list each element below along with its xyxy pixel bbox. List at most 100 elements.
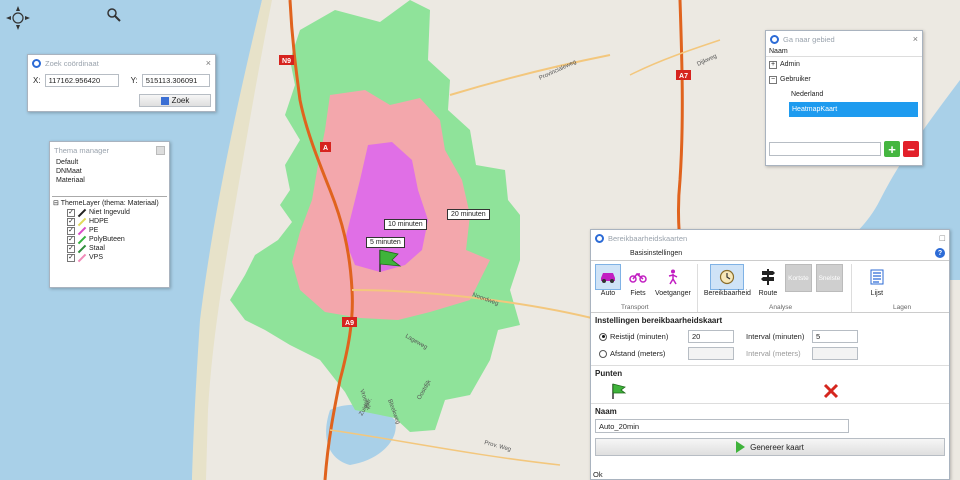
distance-input[interactable] <box>688 347 734 360</box>
add-area-button[interactable]: + <box>884 141 900 157</box>
layer-label: VPS <box>89 254 104 261</box>
close-icon[interactable]: □ <box>940 233 945 243</box>
kortste-button[interactable]: Kortste <box>784 264 812 292</box>
app-logo-icon <box>770 34 779 44</box>
add-point-button[interactable] <box>609 382 627 400</box>
group-label-transport: Transport <box>621 304 649 311</box>
group-label-lagen: Lagen <box>893 304 912 311</box>
layer-item[interactable]: ✓ Niet Ingevuld <box>67 208 166 217</box>
interval-meters-input[interactable] <box>812 347 858 360</box>
layer-label: PolyButeen <box>89 236 125 243</box>
svg-text:N9: N9 <box>282 58 291 65</box>
generate-map-button[interactable]: Genereer kaart <box>595 438 945 456</box>
tree-item-gebruiker[interactable]: − Gebruiker <box>769 72 922 87</box>
settings-section-title: Instellingen bereikbaarheidskaart <box>595 316 723 325</box>
bereikbaarheid-button[interactable]: Bereikbaarheid <box>704 264 751 312</box>
road-shield-n9: N9 <box>279 55 294 65</box>
lijst-button[interactable]: Lijst <box>864 264 890 312</box>
pedestrian-icon <box>660 264 686 290</box>
y-coordinate-input[interactable]: 515113.306091 <box>141 74 210 87</box>
interval-minutes-input[interactable]: 5 <box>812 330 858 343</box>
minus-icon: − <box>907 141 915 157</box>
help-icon[interactable]: ? <box>935 248 945 258</box>
snelste-button[interactable]: Snelste <box>815 264 843 292</box>
tree-item-label: HeatmapKaart <box>792 106 838 113</box>
ribbon-separator <box>850 264 852 312</box>
layer-checkbox[interactable]: ✓ <box>67 208 75 217</box>
layer-checkbox[interactable]: ✓ <box>67 253 75 262</box>
voetganger-label: Voetganger <box>655 290 691 297</box>
x-coordinate-input[interactable]: 117162.956420 <box>44 74 119 87</box>
car-icon <box>595 264 621 290</box>
distance-label: Afstand (meters) <box>610 349 666 358</box>
tab-basisinstellingen[interactable]: Basisinstellingen <box>627 250 685 257</box>
tree-item-label: Nederland <box>791 91 824 98</box>
layer-swatch <box>78 236 86 244</box>
minimize-icon[interactable] <box>156 145 165 155</box>
collapse-icon[interactable]: − <box>769 75 777 84</box>
delete-points-button[interactable] <box>823 383 839 399</box>
voetganger-button[interactable]: Voetganger <box>655 264 691 312</box>
route-label: Route <box>758 290 778 297</box>
layer-group-label: ThemeLayer (thema: Materiaal) <box>60 200 159 207</box>
travel-time-input[interactable]: 20 <box>688 330 734 343</box>
layer-label: Niet Ingevuld <box>89 209 130 216</box>
app-logo-icon <box>32 58 41 68</box>
coordinate-panel-titlebar[interactable]: Zoek coördinaat × <box>28 55 215 71</box>
travel-time-label: Reistijd (minuten) <box>610 332 669 341</box>
magnifier-icon[interactable] <box>106 7 122 23</box>
time-label-5-min: 5 minuten <box>366 237 405 248</box>
theme-manager-titlebar[interactable]: Thema manager <box>50 142 169 158</box>
layer-swatch <box>78 209 86 217</box>
travel-time-radio[interactable] <box>599 332 607 341</box>
road-shield-a9: A9 <box>342 317 357 327</box>
clock-icon <box>710 264 745 290</box>
generate-map-label: Genereer kaart <box>750 442 804 452</box>
area-name-input[interactable] <box>769 142 881 156</box>
tree-item-heatmapkaart[interactable]: HeatmapKaart <box>789 102 918 117</box>
theme-item[interactable]: Default <box>56 158 163 167</box>
search-button[interactable]: Zoek <box>139 94 211 107</box>
layer-checkbox[interactable]: ✓ <box>67 226 75 235</box>
road-shield-a: A <box>320 142 331 152</box>
theme-item[interactable]: Materiaal <box>56 176 163 185</box>
layer-item[interactable]: ✓ PE <box>67 226 166 235</box>
layer-checkbox[interactable]: ✓ <box>67 235 75 244</box>
layer-item[interactable]: ✓ VPS <box>67 253 166 262</box>
interval-meters-label: Interval (meters) <box>746 349 801 358</box>
snelste-label: Snelste <box>818 274 841 282</box>
compass-icon[interactable] <box>6 6 30 30</box>
goto-panel-titlebar[interactable]: Ga naar gebied × <box>766 31 922 47</box>
layer-item[interactable]: ✓ HDPE <box>67 217 166 226</box>
signpost-icon <box>755 264 781 290</box>
layer-checkbox[interactable]: ✓ <box>67 217 75 226</box>
expand-icon[interactable]: + <box>769 60 777 69</box>
collapse-icon[interactable]: ⊟ <box>53 200 59 207</box>
list-icon <box>864 264 890 290</box>
remove-area-button[interactable]: − <box>903 141 919 157</box>
reachability-title: Bereikbaarheidskaarten <box>608 233 688 243</box>
distance-radio[interactable] <box>599 349 607 358</box>
layer-swatch <box>78 227 86 235</box>
layer-tree: ⊟ ThemeLayer (thema: Materiaal) ✓ Niet In… <box>50 199 169 262</box>
layer-group[interactable]: ⊟ ThemeLayer (thema: Materiaal) <box>53 199 166 208</box>
map-name-input[interactable]: Auto_20min <box>595 419 849 433</box>
layer-item[interactable]: ✓ PolyButeen <box>67 235 166 244</box>
auto-label: Auto <box>600 290 616 297</box>
tree-item-nederland[interactable]: Nederland <box>769 87 922 102</box>
theme-manager-panel: Thema manager Default DNMaat Materiaal ⊟… <box>49 141 170 288</box>
layer-checkbox[interactable]: ✓ <box>67 244 75 253</box>
theme-manager-title: Thema manager <box>54 145 110 155</box>
theme-item[interactable]: DNMaat <box>56 167 163 176</box>
kortste-label: Kortste <box>788 274 809 282</box>
tree-item-admin[interactable]: + Admin <box>769 57 922 72</box>
area-tree: + Admin − Gebruiker Nederland HeatmapKaart <box>766 57 922 117</box>
reachability-titlebar[interactable]: Bereikbaarheidskaarten □ <box>591 230 949 246</box>
theme-list: Default DNMaat Materiaal <box>50 158 169 185</box>
reachability-panel: Bereikbaarheidskaarten □ Basisinstelling… <box>590 229 950 480</box>
layer-item[interactable]: ✓ Staal <box>67 244 166 253</box>
auto-button[interactable]: Auto <box>595 264 621 312</box>
close-icon[interactable]: × <box>913 34 918 44</box>
svg-text:A: A <box>323 145 328 152</box>
close-icon[interactable]: × <box>206 58 211 68</box>
